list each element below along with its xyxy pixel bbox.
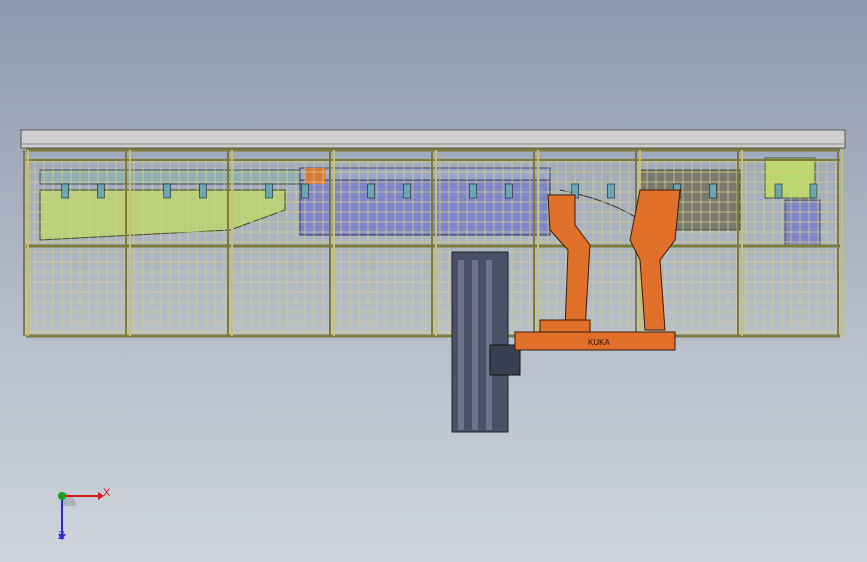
center-machine (299, 167, 551, 236)
fence-bracket (809, 183, 818, 199)
fence-bracket (301, 183, 309, 199)
fence-bracket (199, 183, 207, 199)
fence-bracket (505, 183, 513, 199)
z-axis-label: Z (58, 530, 65, 542)
fence-bracket (709, 183, 717, 199)
cad-viewport[interactable]: KUKA X Z (0, 0, 867, 562)
fence-bracket (367, 183, 376, 199)
x-axis-label: X (103, 487, 111, 499)
fence-bracket (403, 183, 411, 199)
fence-bracket (61, 183, 70, 199)
fence-bracket (469, 183, 478, 199)
fence-bracket (97, 183, 105, 199)
fence-bracket (774, 183, 783, 199)
robot-brand-label: KUKA (588, 338, 610, 347)
fence-bracket (607, 183, 615, 199)
fence-bracket (163, 183, 171, 199)
cell-model-drawing[interactable]: KUKA (0, 0, 867, 562)
linear-column (451, 251, 521, 433)
roof-plate (20, 129, 846, 149)
fence-bracket (265, 183, 274, 199)
